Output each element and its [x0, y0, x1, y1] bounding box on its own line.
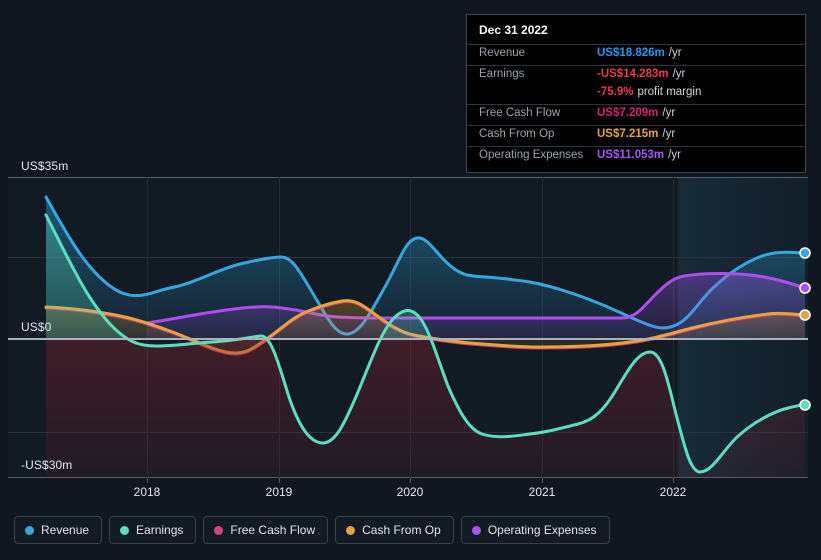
- tooltip-unit-operating-expenses: /yr: [668, 149, 681, 161]
- tooltip-unit-earnings: /yr: [672, 68, 686, 80]
- y-axis-label-min: -US$30m: [21, 458, 73, 472]
- tooltip-unit-revenue: /yr: [668, 47, 682, 59]
- tooltip-label-free-cash-flow: Free Cash Flow: [479, 107, 561, 119]
- legend-dot-revenue: [25, 525, 34, 535]
- tooltip-label-revenue: Revenue: [479, 47, 526, 59]
- endpoint-revenue: [799, 247, 811, 259]
- financial-performance-chart: US$35m US$0 -US$30m 2018 2019 2020 2021 …: [0, 0, 821, 560]
- tooltip-row-cash-from-op: Cash From Op US$7.215m /yr: [467, 125, 805, 146]
- tooltip-row-earnings: Earnings -US$14.283m /yr: [467, 65, 805, 86]
- tooltip-value-earnings: -US$14.283m: [597, 68, 669, 80]
- tooltip-row-revenue: Revenue US$18.826m /yr: [467, 44, 805, 65]
- tooltip-unit-profit-margin: profit margin: [637, 86, 702, 98]
- legend-label-cash-from-op: Cash From Op: [362, 523, 441, 537]
- legend-dot-free-cash-flow: [214, 525, 224, 535]
- legend-label-free-cash-flow: Free Cash Flow: [230, 523, 316, 537]
- legend-dot-earnings: [120, 525, 130, 535]
- chart-tooltip: Dec 31 2022 Revenue US$18.826m /yr Earni…: [466, 14, 806, 173]
- tooltip-date: Dec 31 2022: [479, 23, 548, 37]
- tooltip-value-revenue: US$18.826m: [597, 47, 665, 59]
- legend-item-cash-from-op[interactable]: Cash From Op: [335, 516, 454, 544]
- x-axis-tick-2018: 2018: [133, 485, 161, 499]
- legend-dot-cash-from-op: [346, 525, 356, 535]
- endpoint-cashfromop: [799, 309, 811, 321]
- legend-label-operating-expenses: Operating Expenses: [487, 523, 597, 537]
- legend-item-free-cash-flow[interactable]: Free Cash Flow: [203, 516, 329, 544]
- tooltip-label-operating-expenses: Operating Expenses: [479, 149, 584, 161]
- tooltip-value-cash-from-op: US$7.215m: [597, 128, 659, 140]
- chart-legend: Revenue Earnings Free Cash Flow Cash Fro…: [14, 516, 610, 544]
- tooltip-unit-free-cash-flow: /yr: [662, 107, 676, 119]
- x-axis-tick-2021: 2021: [528, 485, 556, 499]
- y-axis-label-max: US$35m: [21, 159, 69, 173]
- legend-label-revenue: Revenue: [41, 523, 90, 537]
- legend-item-revenue[interactable]: Revenue: [14, 516, 103, 544]
- legend-dot-operating-expenses: [471, 525, 481, 535]
- x-axis-tick-2020: 2020: [396, 485, 424, 499]
- x-axis-tick-2022: 2022: [659, 485, 687, 499]
- tooltip-label-earnings: Earnings: [479, 68, 525, 80]
- tooltip-unit-cash-from-op: /yr: [662, 128, 676, 140]
- legend-label-earnings: Earnings: [136, 523, 184, 537]
- tooltip-label-cash-from-op: Cash From Op: [479, 128, 555, 140]
- tooltip-row-operating-expenses: Operating Expenses US$11.053m /yr: [467, 146, 805, 167]
- endpoint-opex: [799, 282, 811, 294]
- tooltip-row-free-cash-flow: Free Cash Flow US$7.209m /yr: [467, 104, 805, 125]
- tooltip-value-operating-expenses: US$11.053m: [597, 149, 665, 161]
- x-axis-tick-2019: 2019: [265, 485, 293, 499]
- tooltip-row-profit-margin: -75.9% profit margin: [467, 86, 805, 104]
- y-axis-label-zero: US$0: [21, 320, 52, 334]
- x-axis-ticks: [147, 478, 674, 483]
- legend-item-operating-expenses[interactable]: Operating Expenses: [460, 516, 610, 544]
- tooltip-value-profit-margin: -75.9%: [597, 86, 634, 98]
- tooltip-value-free-cash-flow: US$7.209m: [597, 107, 659, 119]
- legend-item-earnings[interactable]: Earnings: [109, 516, 197, 544]
- endpoint-earnings: [799, 399, 811, 411]
